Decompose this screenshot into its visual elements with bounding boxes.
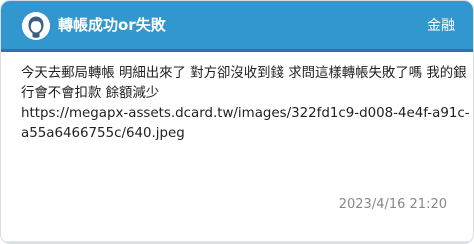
post-header: 轉帳成功or失敗 金融	[1, 1, 473, 52]
card-bottom-divider	[1, 241, 473, 243]
post-excerpt: 今天去郵局轉帳 明細出來了 對方卻沒收到錢 求問這樣轉帳失敗了嗎 我的銀 行會不…	[21, 64, 470, 144]
anonymous-avatar-icon	[22, 12, 50, 40]
post-excerpt-line: 今天去郵局轉帳 明細出來了 對方卻沒收到錢 求問這樣轉帳失敗了嗎 我的銀	[21, 66, 467, 81]
post-card[interactable]: 轉帳成功or失敗 金融 今天去郵局轉帳 明細出來了 對方卻沒收到錢 求問這樣轉帳…	[0, 0, 474, 244]
board-name[interactable]: 金融	[427, 16, 455, 36]
post-excerpt-line: a55a6466755c/640.jpeg	[21, 126, 185, 141]
post-date: 2023/4/16 21:20	[338, 197, 447, 212]
post-excerpt-line: 行會不會扣款 餘額減少	[21, 86, 160, 101]
post-excerpt-line: https://megapx-assets.dcard.tw/images/32…	[21, 106, 470, 121]
post-title[interactable]: 轉帳成功or失敗	[58, 15, 166, 35]
